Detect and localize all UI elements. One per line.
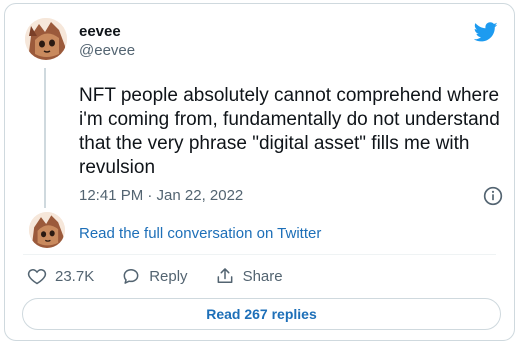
- read-conversation-link[interactable]: Read the full conversation on Twitter: [79, 224, 321, 244]
- like-count: 23.7K: [55, 267, 95, 285]
- tweet-actions: 23.7K Reply Share: [27, 266, 310, 286]
- share-label: Share: [242, 267, 283, 285]
- tweet-card: eevee @eevee NFT people absolutely canno…: [4, 3, 515, 341]
- info-icon[interactable]: [483, 186, 503, 206]
- read-replies-button[interactable]: Read 267 replies: [22, 298, 501, 330]
- thread-line: [44, 68, 46, 208]
- divider: [23, 254, 496, 255]
- tweet-text: NFT people absolutely cannot comprehend …: [79, 85, 500, 178]
- avatar[interactable]: [25, 18, 67, 60]
- reply-button[interactable]: Reply: [121, 266, 188, 286]
- timestamp[interactable]: 12:41 PM · Jan 22, 2022: [79, 186, 243, 206]
- share-icon: [217, 268, 232, 283]
- conversation-avatar[interactable]: [29, 212, 65, 248]
- twitter-bird-icon[interactable]: [474, 20, 498, 44]
- display-name[interactable]: eevee: [79, 22, 135, 41]
- author-info[interactable]: eevee @eevee: [79, 22, 135, 61]
- share-button[interactable]: Share: [215, 266, 283, 286]
- handle[interactable]: @eevee: [79, 41, 135, 61]
- like-button[interactable]: 23.7K: [27, 266, 94, 286]
- reply-icon: [123, 269, 139, 284]
- heart-icon: [27, 269, 47, 285]
- reply-label: Reply: [149, 267, 188, 285]
